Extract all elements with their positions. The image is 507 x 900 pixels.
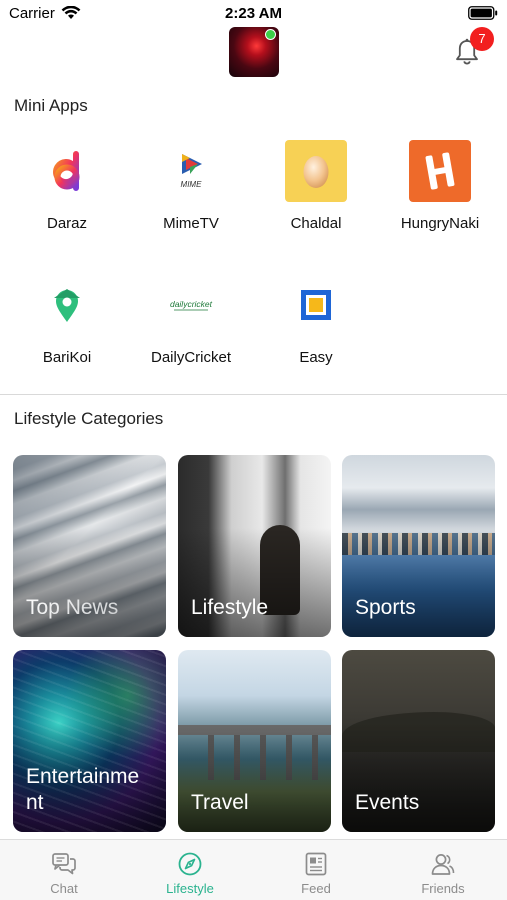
tab-friends[interactable]: Friends [380,840,506,900]
mini-app-barikoi[interactable]: BariKoi [12,274,122,366]
status-time: 2:23 AM [225,5,282,22]
tab-label: Friends [421,881,465,896]
dailycricket-logo-icon: dailycricket [160,274,222,336]
mimetv-logo-icon: MIME [160,140,222,202]
daraz-logo-icon [36,140,98,202]
mini-app-hungrynaki[interactable]: HungryNaki [385,140,495,232]
tab-chat[interactable]: Chat [1,840,127,900]
mini-app-label: BariKoi [42,349,92,366]
barikoi-pin-logo-icon [36,274,98,336]
category-label: Sports [355,596,416,619]
mini-app-label: MimeTV [163,215,219,232]
mini-app-label: HungryNaki [400,215,480,232]
category-label: Events [355,791,420,814]
mini-app-dailycricket[interactable]: dailycricket DailyCricket [136,274,246,366]
tab-label: Chat [50,881,78,896]
battery-icon [468,6,498,20]
mini-app-daraz[interactable]: Daraz [12,140,122,232]
tab-label: Feed [301,881,331,896]
category-label: Travel [191,791,249,814]
category-card-entertainment[interactable]: Entertainme nt [13,650,166,832]
category-card-sports[interactable]: Sports [342,455,495,637]
compass-icon [178,852,202,876]
hungrynaki-logo-icon [409,140,471,202]
notification-badge: 7 [470,27,494,51]
mini-app-label: DailyCricket [150,349,231,366]
section-divider [0,394,507,395]
friends-icon [431,854,455,875]
tab-lifestyle[interactable]: Lifestyle [127,840,253,900]
profile-avatar[interactable] [229,27,279,77]
category-label: Entertainme nt [26,765,140,814]
chaldal-egg-logo-icon [285,140,347,202]
mini-app-label: Chaldal [290,215,342,232]
online-status-dot [265,29,276,40]
category-card-lifestyle[interactable]: Lifestyle [178,455,331,637]
category-card-travel[interactable]: Travel [178,650,331,832]
easy-square-logo-icon [285,274,347,336]
mini-apps-title: Mini Apps [14,96,88,115]
bottom-tab-bar: Chat Lifestyle Feed Friends [0,839,507,900]
tab-label: Lifestyle [166,881,214,896]
status-bar: Carrier 2:23 AM [0,0,507,28]
mimetv-logo-text: MIME [181,180,203,189]
feed-icon [305,852,327,876]
mini-app-mimetv[interactable]: MIME MimeTV [136,140,246,232]
mini-app-chaldal[interactable]: Chaldal [261,140,371,232]
category-card-top-news[interactable]: Top News [13,455,166,637]
category-card-events[interactable]: Events [342,650,495,832]
mini-app-label: Daraz [46,215,87,232]
dailycricket-logo-text: dailycricket [170,299,213,309]
category-label: Top News [26,596,119,619]
mini-app-easy[interactable]: Easy [261,274,371,366]
tab-feed[interactable]: Feed [253,840,379,900]
category-label: Lifestyle [191,596,269,619]
mini-app-label: Easy [299,349,333,366]
chat-icon [52,853,76,875]
lifestyle-categories-title: Lifestyle Categories [14,409,164,428]
